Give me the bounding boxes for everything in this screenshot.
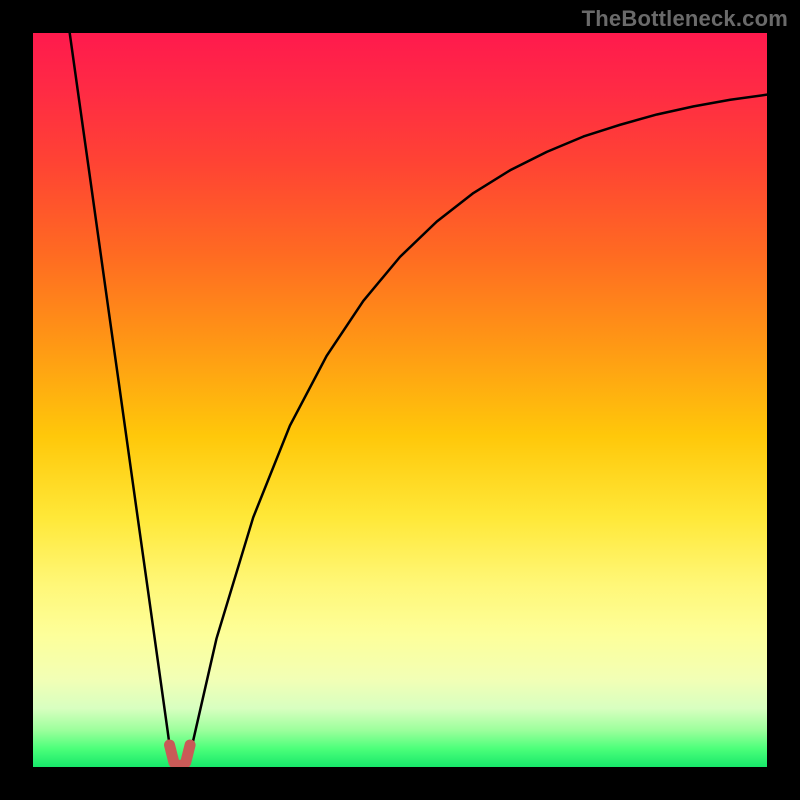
bottleneck-curve-path xyxy=(70,33,767,767)
watermark-text: TheBottleneck.com xyxy=(582,6,788,32)
minimum-u-marker xyxy=(170,745,191,767)
outer-frame: TheBottleneck.com xyxy=(0,0,800,800)
plot-area xyxy=(33,33,767,767)
bottleneck-curve xyxy=(33,33,767,767)
